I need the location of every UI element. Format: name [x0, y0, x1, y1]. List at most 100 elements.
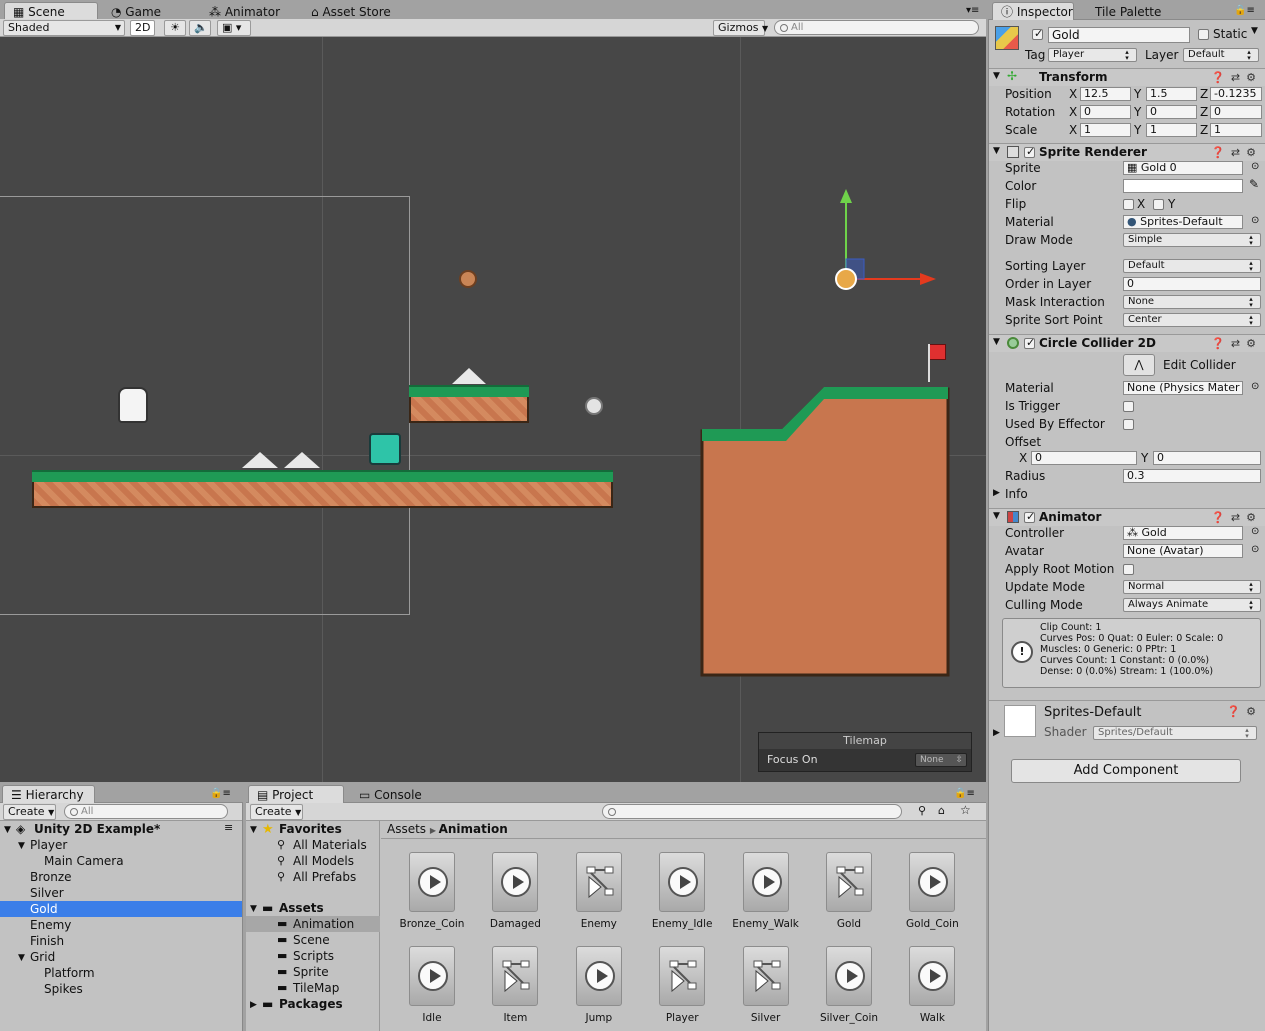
circle-collider-header[interactable]: ▼ Circle Collider 2D ❓⇄⚙	[989, 334, 1265, 352]
foldout-arrow-icon[interactable]: ▼	[993, 511, 1000, 521]
foldout-arrow-icon[interactable]: ▼	[250, 825, 257, 835]
transform-header[interactable]: ▼ ✢ Transform ❓⇄⚙	[989, 68, 1265, 86]
object-name-field[interactable]: Gold	[1048, 27, 1190, 43]
animator-enabled-checkbox[interactable]	[1024, 510, 1035, 523]
position-y-field[interactable]: 1.5	[1146, 87, 1197, 101]
hierarchy-create-button[interactable]: Create ▼	[3, 804, 56, 820]
radius-field[interactable]: 0.3	[1123, 469, 1261, 483]
asset-item[interactable]: Bronze_Coin	[397, 852, 467, 930]
foldout-arrow-icon[interactable]: ▼	[4, 825, 11, 835]
silver-coin[interactable]	[585, 397, 603, 415]
lock-icon[interactable]: 🔒≡	[954, 788, 975, 799]
scene-view[interactable]: Tilemap Focus On None ⇳	[0, 37, 986, 782]
breadcrumb-animation[interactable]: Animation	[439, 822, 508, 836]
component-settings-icons[interactable]: ❓⇄⚙	[1211, 71, 1262, 84]
component-settings-icons[interactable]: ❓⇄⚙	[1211, 146, 1262, 159]
asset-item[interactable]: Silver	[731, 946, 801, 1024]
object-picker-icon[interactable]: ⊙	[1251, 161, 1259, 172]
culling-mode-dropdown[interactable]: Always Animate	[1123, 598, 1261, 612]
position-z-field[interactable]: -0.1235	[1210, 87, 1262, 101]
gizmos-dropdown[interactable]: Gizmos ▼	[713, 20, 768, 36]
offset-x-field[interactable]: 0	[1031, 451, 1137, 465]
asset-item[interactable]: Damaged	[480, 852, 550, 930]
asset-item[interactable]: Item	[480, 946, 550, 1024]
tag-dropdown[interactable]: Player	[1048, 48, 1137, 62]
lock-icon[interactable]: 🔒≡	[210, 788, 231, 799]
update-mode-dropdown[interactable]: Normal	[1123, 580, 1261, 594]
order-in-layer-field[interactable]: 0	[1123, 277, 1261, 291]
folder-animation[interactable]: Animation	[293, 916, 354, 932]
hierarchy-item-enemy[interactable]: Enemy	[30, 917, 71, 933]
player-sprite[interactable]	[118, 387, 148, 423]
hierarchy-item-platform[interactable]: Platform	[44, 965, 95, 981]
asset-item[interactable]: Jump	[564, 946, 634, 1024]
shader-dropdown[interactable]: Sprites/Default	[1093, 726, 1257, 740]
panel-menu-icon[interactable]: ▾≡	[966, 5, 979, 16]
hill-platform[interactable]	[700, 385, 950, 677]
hierarchy-item-silver[interactable]: Silver	[30, 885, 64, 901]
asset-item[interactable]: Gold_Coin	[897, 852, 967, 930]
foldout-arrow-icon[interactable]: ▶	[993, 728, 1000, 738]
asset-item[interactable]: Player	[647, 946, 717, 1024]
sprite-renderer-header[interactable]: ▼ Sprite Renderer ❓⇄⚙	[989, 143, 1265, 161]
foldout-arrow-icon[interactable]: ▶	[993, 488, 1000, 498]
scale-x-field[interactable]: 1	[1080, 123, 1131, 137]
material-preview-section[interactable]: ▶ Sprites-Default Shader Sprites/Default…	[989, 700, 1265, 744]
finish-flag[interactable]	[919, 344, 946, 384]
lighting-toggle-icon[interactable]: ☀	[164, 20, 186, 36]
mask-interaction-dropdown[interactable]: None	[1123, 295, 1261, 309]
sorting-layer-dropdown[interactable]: Default	[1123, 259, 1261, 273]
apply-root-motion-checkbox[interactable]	[1123, 564, 1134, 575]
animator-header[interactable]: ▼ Animator ❓⇄⚙	[989, 508, 1265, 526]
project-search-input[interactable]	[602, 804, 902, 819]
floating-platform[interactable]	[409, 385, 529, 423]
asset-item[interactable]: Silver_Coin	[814, 946, 884, 1024]
collider-material-field[interactable]: None (Physics Mater	[1123, 381, 1243, 395]
foldout-arrow-icon[interactable]: ▼	[250, 904, 257, 914]
hierarchy-item-grid[interactable]: Grid	[30, 949, 55, 965]
object-picker-icon[interactable]: ⊙	[1251, 215, 1259, 226]
packages-folder[interactable]: Packages	[279, 996, 343, 1012]
tab-tile-palette[interactable]: Tile Palette	[1086, 2, 1168, 20]
hierarchy-item-main-camera[interactable]: Main Camera	[44, 853, 124, 869]
favorite-all-materials[interactable]: All Materials	[293, 837, 367, 853]
object-picker-icon[interactable]: ⊙	[1251, 526, 1259, 537]
tab-animator[interactable]: ⁂ Animator	[200, 2, 287, 20]
component-settings-icons[interactable]: ❓⇄⚙	[1211, 337, 1262, 350]
hierarchy-item-player[interactable]: Player	[30, 837, 67, 853]
static-checkbox[interactable]	[1198, 29, 1209, 40]
folder-scripts[interactable]: Scripts	[293, 948, 334, 964]
scale-y-field[interactable]: 1	[1146, 123, 1197, 137]
object-picker-icon[interactable]: ⊙	[1251, 544, 1259, 555]
tab-game[interactable]: ◔ Game	[102, 2, 168, 20]
tab-asset-store[interactable]: ⌂ Asset Store	[302, 2, 398, 20]
tab-project[interactable]: ▤ Project	[248, 785, 344, 804]
filter-by-label-icon[interactable]: ⌂	[938, 804, 945, 817]
asset-item[interactable]: Enemy	[564, 852, 634, 930]
is-trigger-checkbox[interactable]	[1123, 401, 1134, 412]
rotation-x-field[interactable]: 0	[1080, 105, 1131, 119]
scale-z-field[interactable]: 1	[1210, 123, 1262, 137]
hierarchy-item-finish[interactable]: Finish	[30, 933, 64, 949]
object-picker-icon[interactable]: ⊙	[1251, 381, 1259, 392]
bronze-coin[interactable]	[459, 270, 477, 288]
lock-icon[interactable]: 🔒≡	[1234, 5, 1255, 16]
hierarchy-search-input[interactable]: All	[64, 804, 228, 819]
foldout-arrow-icon[interactable]: ▼	[18, 841, 25, 851]
hierarchy-item-bronze[interactable]: Bronze	[30, 869, 72, 885]
used-by-effector-checkbox[interactable]	[1123, 419, 1134, 430]
foldout-arrow-icon[interactable]: ▼	[993, 146, 1000, 156]
effects-dropdown-icon[interactable]: ▣ ▾	[217, 20, 251, 36]
sprite-sort-point-dropdown[interactable]: Center	[1123, 313, 1261, 327]
eyedropper-icon[interactable]: ✎	[1249, 177, 1259, 191]
assets-folder[interactable]: Assets	[279, 900, 324, 916]
tab-inspector[interactable]: ⓘ Inspector	[992, 2, 1074, 21]
sprite-object-field[interactable]: ▦ Gold 0	[1123, 161, 1243, 175]
audio-toggle-icon[interactable]: 🔈	[189, 20, 211, 36]
controller-object-field[interactable]: ⁂ Gold	[1123, 526, 1243, 540]
favorite-star-icon[interactable]: ☆	[960, 803, 971, 817]
asset-item[interactable]: Enemy_Idle	[647, 852, 717, 930]
edit-collider-button[interactable]: ⋀	[1123, 354, 1155, 376]
asset-item[interactable]: Walk	[897, 946, 967, 1024]
rotation-z-field[interactable]: 0	[1210, 105, 1262, 119]
